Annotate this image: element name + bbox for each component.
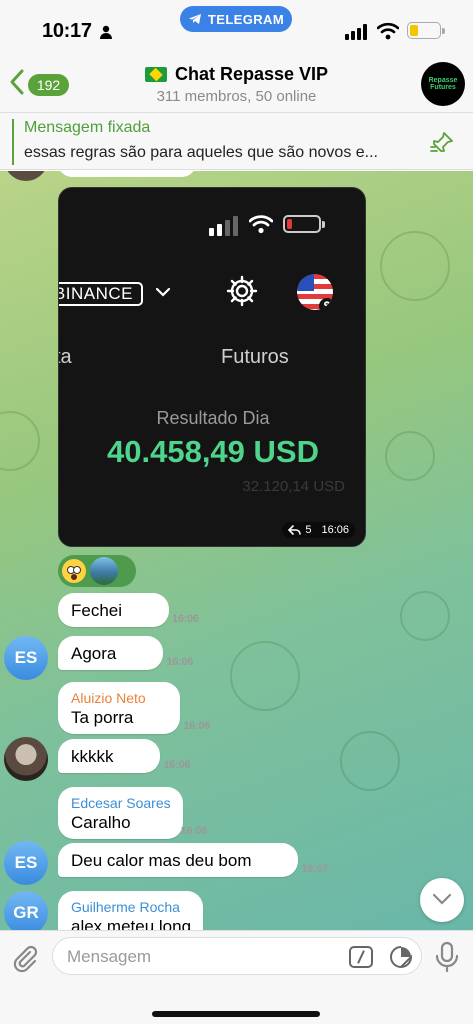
tab-partial: ta <box>59 346 72 368</box>
reply-arrow-icon <box>288 525 302 535</box>
message-bubble[interactable]: Agora 16:06 <box>58 636 193 670</box>
message-field[interactable] <box>52 937 422 975</box>
telegram-icon <box>188 14 201 24</box>
chat-area[interactable]: BINANCE ta Futuros Resultado Dia 40.458,… <box>0 171 473 930</box>
message-text: Deu calor mas deu bom <box>71 851 252 870</box>
gear-icon <box>226 275 258 307</box>
message-bubble[interactable]: kkkkk 16:06 <box>58 739 190 773</box>
message-text: Ta porra <box>71 708 134 727</box>
message-text: Fechei <box>71 601 123 620</box>
brazil-flag-icon <box>144 67 167 82</box>
message-text: Agora <box>71 644 117 663</box>
message-text: alex meteu long <box>71 917 192 930</box>
wallpaper-doodle <box>0 411 40 471</box>
avatar[interactable]: GR <box>4 891 48 930</box>
screenshot-image-message[interactable]: BINANCE ta Futuros Resultado Dia 40.458,… <box>58 187 366 547</box>
message-time: 16:07 <box>301 863 329 875</box>
message-bubble[interactable]: Fechei 16:06 <box>58 593 199 627</box>
wallpaper-doodle <box>380 231 450 301</box>
shocked-face-emoji-icon <box>62 559 86 583</box>
message-time: 16:06 <box>180 825 208 837</box>
pinned-title: Mensagem fixada <box>24 119 151 136</box>
home-indicator <box>152 1011 320 1017</box>
image-time: 16:06 <box>321 524 349 536</box>
avatar[interactable]: ES <box>4 841 48 885</box>
wallpaper-doodle <box>385 431 435 481</box>
message-bubble[interactable]: Aluizio Neto Ta porra 16:06 <box>58 682 210 734</box>
sticker-icon[interactable] <box>389 945 413 969</box>
wallpaper-doodle <box>340 731 400 791</box>
pinned-text: essas regras são para aqueles que são no… <box>24 144 378 161</box>
person-icon <box>100 25 112 39</box>
wifi-icon <box>377 22 399 40</box>
result-value: 40.458,49 USD <box>107 434 319 469</box>
chat-avatar[interactable]: Repasse Futures <box>421 62 465 106</box>
cellular-signal-icon <box>345 24 367 40</box>
chat-title-text: Chat Repasse VIP <box>174 64 329 84</box>
message-input[interactable] <box>67 945 337 969</box>
image-meta: 5 16:06 <box>282 522 355 538</box>
message-bubble[interactable]: Edcesar Soares Caralho 16:06 <box>58 787 207 839</box>
battery-icon <box>283 215 325 233</box>
message-time: 16:06 <box>183 720 211 732</box>
microphone-icon[interactable] <box>434 941 460 973</box>
message-time: 16:06 <box>166 656 194 668</box>
faded-secondary-value: 32.120,14 USD <box>242 478 345 495</box>
bot-command-icon[interactable] <box>349 946 373 968</box>
avatar[interactable] <box>4 171 48 181</box>
exchange-selector: BINANCE <box>59 282 143 306</box>
sender-name[interactable]: Edcesar Soares <box>71 795 171 811</box>
telegram-pill[interactable]: TELEGRAM <box>180 6 292 32</box>
wallpaper-doodle <box>230 641 300 711</box>
pinned-indicator <box>12 119 14 165</box>
chat-title[interactable]: Chat Repasse VIP <box>0 64 473 85</box>
message-bubble[interactable]: Deu calor mas deu bom 16:07 <box>58 843 328 877</box>
chat-subtitle: 311 membros, 50 online <box>156 88 317 105</box>
telegram-pill-label: TELEGRAM <box>207 11 285 27</box>
sender-name[interactable]: Aluizio Neto <box>71 690 168 706</box>
wallpaper-doodle <box>400 591 450 641</box>
sender-name[interactable]: Guilherme Rocha <box>71 899 191 915</box>
result-label: Resultado Dia <box>156 408 270 428</box>
avatar[interactable]: ES <box>4 636 48 680</box>
reaction-chip[interactable] <box>58 555 136 587</box>
chevron-down-icon <box>155 287 171 297</box>
status-bar: 10:17 TELEGRAM <box>0 0 473 56</box>
message-bubble[interactable]: Guilherme Rocha alex meteu long <box>58 891 204 930</box>
message-input-bar <box>0 930 473 1024</box>
message-bubble[interactable] <box>58 171 196 177</box>
pinned-message-bar[interactable]: Mensagem fixada essas regras são para aq… <box>0 112 473 170</box>
pinned-list-icon[interactable] <box>430 131 456 155</box>
chat-header: 192 Chat Repasse VIP 311 membros, 50 onl… <box>0 56 473 112</box>
battery-icon <box>407 22 445 39</box>
status-time: 10:17 <box>42 20 92 42</box>
message-time: 16:06 <box>172 613 199 625</box>
reply-count: 5 <box>305 524 312 536</box>
avatar[interactable] <box>4 737 48 781</box>
chevron-down-icon <box>432 893 452 905</box>
tab-futuros: Futuros <box>221 346 289 368</box>
reactor-avatar <box>90 557 118 585</box>
message-text: kkkkk <box>71 747 114 766</box>
wifi-icon <box>249 215 273 234</box>
us-flag-icon <box>297 274 333 310</box>
message-text: Caralho <box>71 813 131 832</box>
cellular-signal-icon <box>209 216 238 236</box>
paperclip-icon[interactable] <box>10 943 40 973</box>
scroll-down-button[interactable] <box>420 878 464 922</box>
message-time: 16:06 <box>163 759 191 771</box>
